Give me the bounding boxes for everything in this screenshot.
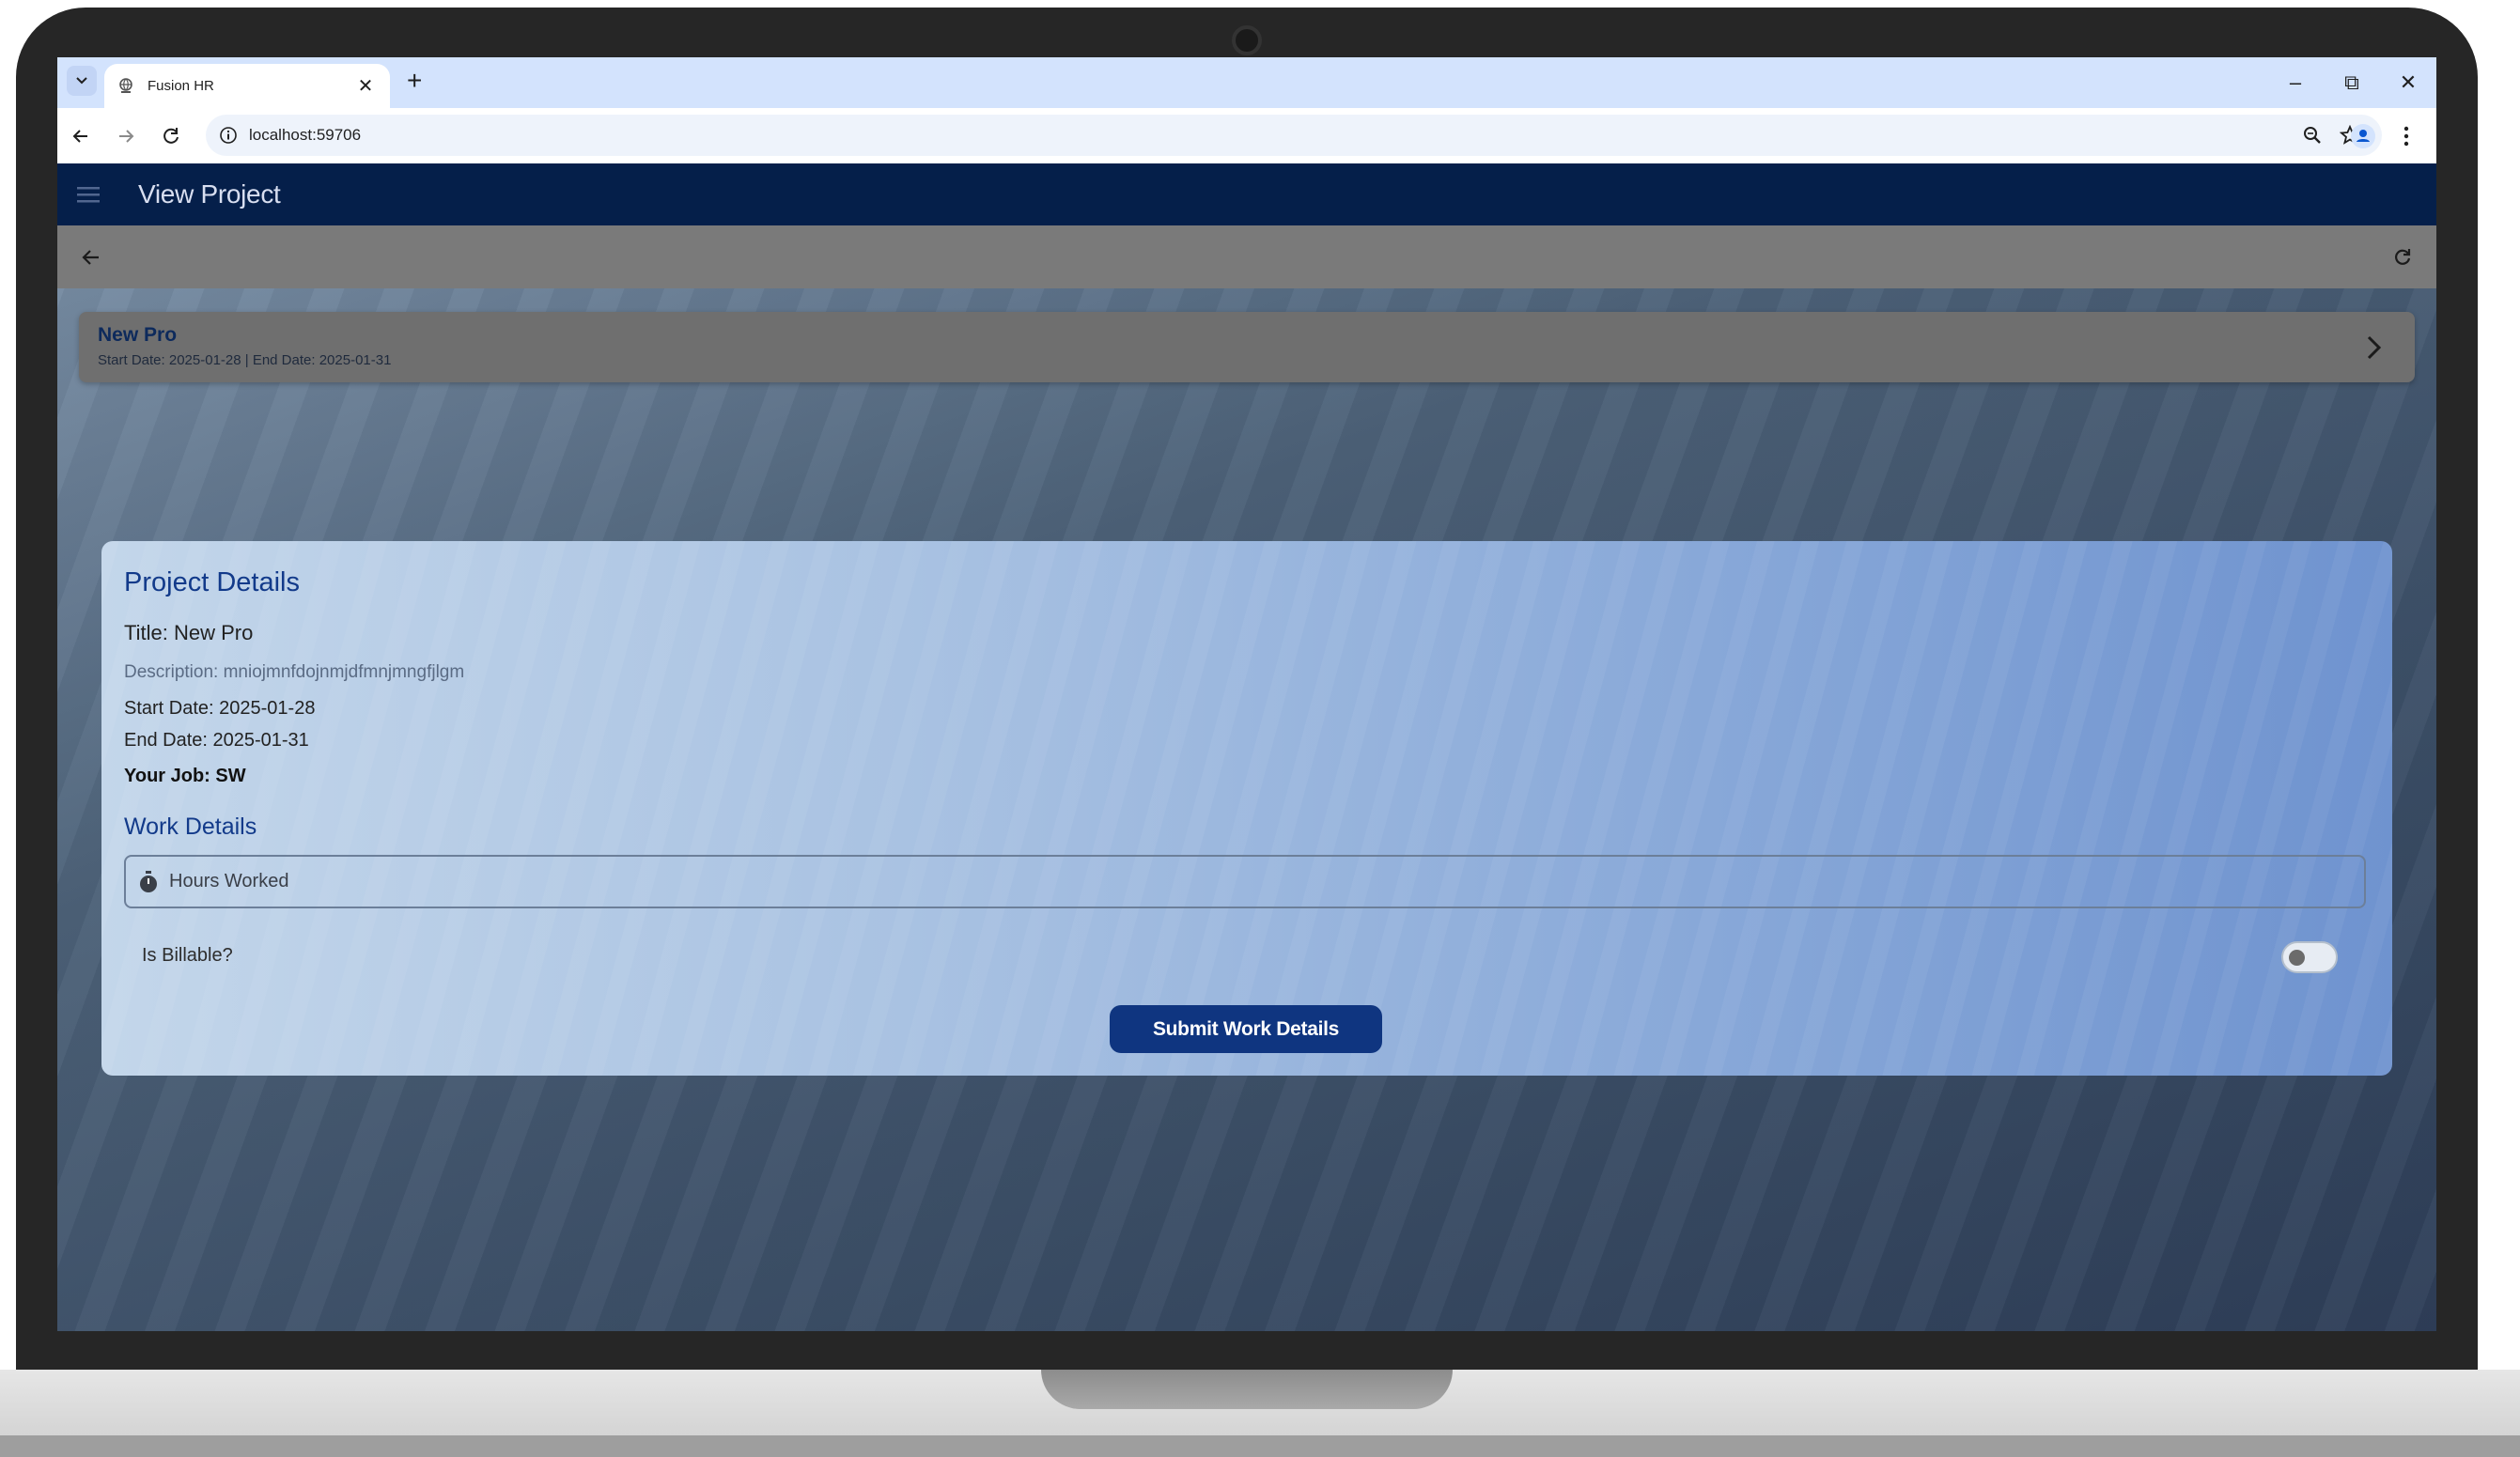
project-details-panel: Project Details Title: New Pro Descripti… (101, 541, 2392, 1076)
submit-work-details-button[interactable]: Submit Work Details (1110, 1005, 1382, 1053)
back-button[interactable] (59, 115, 102, 158)
sub-toolbar (57, 225, 2436, 288)
detail-title: Title: New Pro (124, 621, 254, 644)
tab-strip: Fusion HR ✕ + – ⧉ ✕ (57, 57, 2436, 108)
detail-start-date: Start Date: 2025-01-28 (124, 698, 316, 719)
screen: Fusion HR ✕ + – ⧉ ✕ localhost:59706 View… (57, 57, 2436, 1331)
tab-fusion-hr[interactable]: Fusion HR ✕ (104, 64, 390, 108)
forward-icon (119, 129, 134, 143)
main-content: New Pro Start Date: 2025-01-28 | End Dat… (57, 225, 2436, 1331)
project-dates: Start Date: 2025-01-28 | End Date: 2025-… (98, 352, 392, 368)
url-text: localhost:59706 (249, 126, 362, 144)
app-bar: View Project (57, 163, 2436, 225)
address-bar[interactable]: localhost:59706 (206, 115, 2382, 156)
back-icon (72, 129, 87, 143)
project-name: New Pro (98, 324, 178, 346)
laptop-notch (1041, 1370, 1453, 1409)
browser-toolbar: localhost:59706 (57, 108, 2436, 163)
new-tab-button[interactable]: + (407, 67, 422, 95)
tab-title: Fusion HR (148, 78, 214, 94)
window-controls: – ⧉ ✕ (2267, 57, 2436, 108)
close-window-button[interactable]: ✕ (2380, 70, 2436, 95)
tab-close-icon[interactable]: ✕ (354, 74, 377, 98)
profile-icon[interactable] (2346, 119, 2380, 153)
billable-label: Is Billable? (142, 945, 233, 966)
zoom-icon[interactable] (2294, 116, 2331, 154)
detail-your-job: Your Job: SW (124, 766, 246, 786)
toggle-knob (2289, 950, 2305, 966)
minimize-button[interactable]: – (2267, 70, 2324, 95)
detail-description: Description: mniojmnfdojnmjdfmnjmngfjlgm (124, 662, 465, 682)
more-vert-icon[interactable] (2389, 119, 2423, 153)
restore-button[interactable]: ⧉ (2324, 70, 2380, 95)
reload-button[interactable] (149, 115, 193, 158)
arrow-back-icon[interactable] (72, 239, 110, 276)
hamburger-icon[interactable] (57, 163, 119, 225)
info-icon (220, 127, 237, 144)
chevron-right-icon (2367, 335, 2382, 360)
page-title: View Project (138, 179, 281, 209)
billable-toggle[interactable] (2281, 941, 2338, 973)
project-list-item[interactable]: New Pro Start Date: 2025-01-28 | End Dat… (79, 312, 2415, 382)
hours-worked-placeholder: Hours Worked (169, 871, 289, 891)
hours-worked-input[interactable]: Hours Worked (124, 855, 2366, 908)
globe-icon (117, 77, 136, 96)
project-details-heading: Project Details (124, 567, 300, 597)
camera (1232, 25, 1262, 55)
refresh-icon[interactable] (2384, 239, 2421, 276)
tab-search-icon (76, 77, 87, 85)
timer-icon (140, 870, 157, 892)
forward-button[interactable] (104, 115, 148, 158)
work-details-heading: Work Details (124, 814, 257, 840)
reload-icon (163, 127, 179, 144)
detail-end-date: End Date: 2025-01-31 (124, 730, 309, 751)
laptop-foot (0, 1435, 2520, 1457)
tab-search-button[interactable] (67, 66, 97, 96)
